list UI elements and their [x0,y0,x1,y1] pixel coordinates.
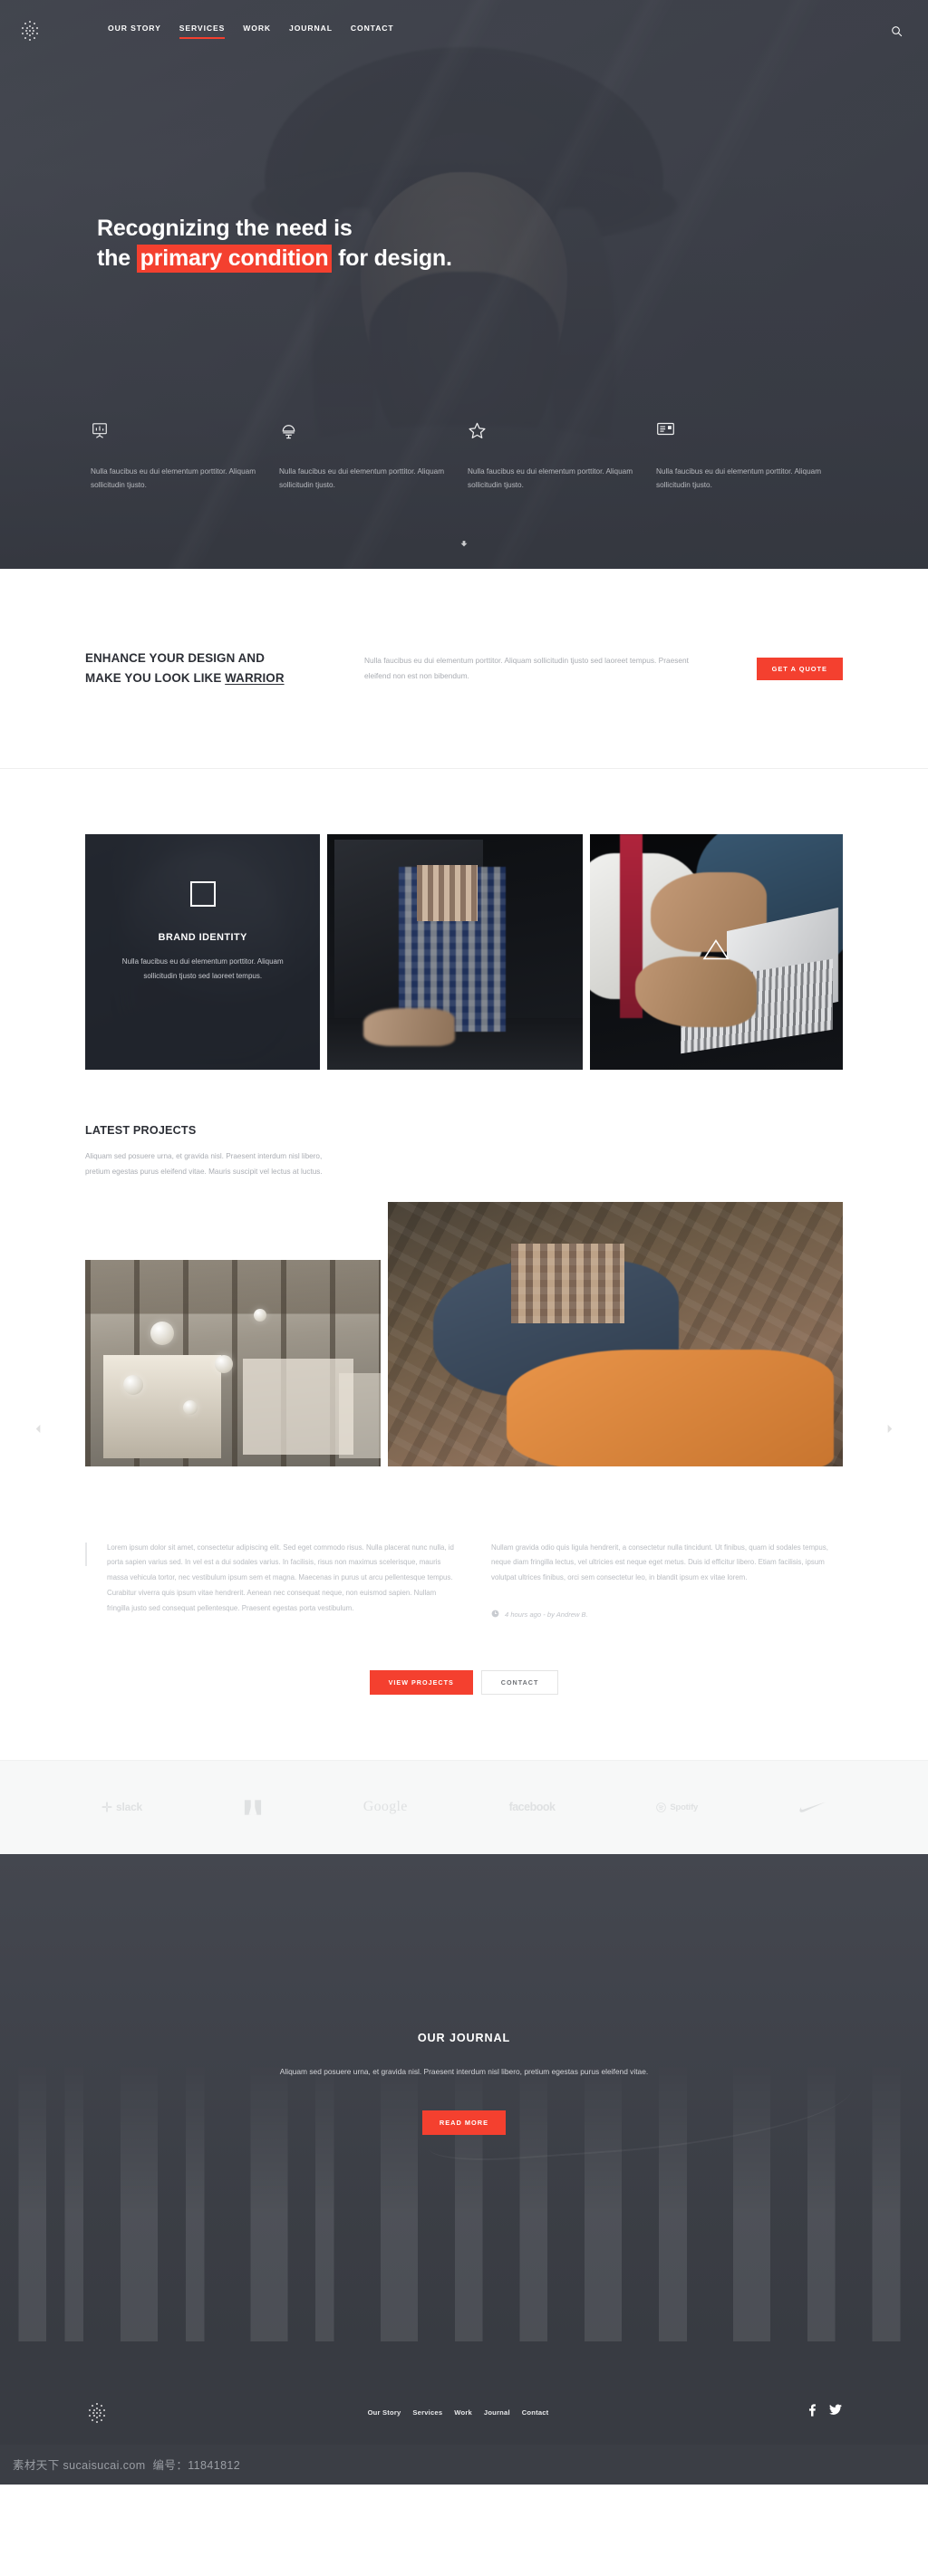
nav-item-journal[interactable]: JOURNAL [289,24,333,39]
nav-item-our-story[interactable]: OUR STORY [108,24,161,39]
nav-item-work[interactable]: WORK [243,24,271,39]
search-icon[interactable] [888,23,904,39]
view-projects-button[interactable]: VIEW PROJECTS [369,1669,473,1695]
square-outline-icon [189,881,216,907]
watermark-site: 素材天下 sucaisucai.com [13,2459,146,2473]
footer-nav-item-work[interactable]: Work [454,2408,472,2417]
footer-nav-item-services[interactable]: Services [412,2408,442,2417]
card-background [327,834,583,1070]
enhance-heading-line-2-pre: MAKE YOU LOOK LIKE [85,671,226,685]
enhance-heading-underlined: WARRIOR [225,671,285,685]
hero-headline-line-2-post: for design. [332,245,452,271]
feature-item: Nulla faucibus eu dui elementum porttito… [279,421,468,492]
slack-logo: slack [102,1801,142,1813]
hero-headline-highlight: primary condition [136,245,333,273]
twitter-icon[interactable] [829,2404,842,2421]
footer-nav-item-our-story[interactable]: Our Story [368,2408,401,2417]
get-a-quote-button[interactable]: GET A QUOTE [756,657,843,680]
meeting-photo-card[interactable] [327,834,583,1070]
contact-button[interactable]: CONTACT [480,1669,559,1695]
hero-headline-line-2-pre: the [97,245,137,271]
adobe-logo [244,1799,262,1816]
card-title: BRAND IDENTITY [158,932,247,943]
enhance-heading-line-1: ENHANCE YOUR DESIGN AND [85,651,265,666]
desk-lamp-icon [279,421,446,448]
article-text-right: Nullam gravida odio quis ligula hendreri… [491,1543,828,1582]
hero-section: OUR STORY SERVICES WORK JOURNAL CONTACT … [0,0,928,569]
main-nav: OUR STORY SERVICES WORK JOURNAL CONTACT [108,24,394,39]
hero-copy: Recognizing the need is the primary cond… [97,214,452,274]
feature-item: Nulla faucibus eu dui elementum porttito… [656,421,845,492]
article-meta-text: 4 hours ago - by Andrew B. [505,1610,588,1619]
article-text-left: Lorem ipsum dolor sit amet, consectetur … [107,1543,454,1612]
projects-heading: LATEST PROJECTS [85,1124,197,1137]
enhance-section: ENHANCE YOUR DESIGN AND MAKE YOU LOOK LI… [0,569,928,769]
journal-section: OUR JOURNAL Aliquam sed posuere urna, et… [0,1853,928,2341]
facebook-logo: facebook [508,1801,556,1814]
journal-body: Aliquam sed posuere urna, et gravida nis… [279,2066,649,2076]
footer-nav: Our Story Services Work Journal Contact [368,2408,549,2417]
footer-nav-item-journal[interactable]: Journal [484,2408,510,2417]
projects-lede: Aliquam sed posuere urna, et gravida nis… [85,1152,323,1176]
id-card-icon [656,421,823,448]
feature-text: Nulla faucibus eu dui elementum porttito… [656,467,822,490]
google-logo: Google [362,1799,408,1815]
star-icon [468,421,634,448]
nike-logo [799,1802,826,1813]
presentation-chart-icon [91,421,257,448]
card-text: Nulla faucibus eu dui elementum porttito… [121,957,284,980]
stock-site-watermark: 素材天下 sucaisucai.com 编号：11841812 [0,2444,928,2485]
clock-icon [491,1610,499,1620]
watermark-id: 编号：11841812 [152,2459,241,2473]
article-column-right: Nullam gravida odio quis ligula hendreri… [491,1541,843,1620]
spotify-logo-label: Spotify [670,1802,699,1812]
cta-button-row: VIEW PROJECTS CONTACT [0,1669,928,1695]
feature-item: Nulla faucibus eu dui elementum porttito… [91,421,279,492]
article-meta: 4 hours ago - by Andrew B. [491,1610,843,1620]
top-navigation-bar: OUR STORY SERVICES WORK JOURNAL CONTACT [0,0,928,62]
carousel-prev-arrow[interactable] [33,1423,44,1439]
footer-social-links [808,2404,842,2421]
feature-text: Nulla faucibus eu dui elementum porttito… [279,467,445,490]
feature-item: Nulla faucibus eu dui elementum porttito… [468,421,656,492]
enhance-body: Nulla faucibus eu dui elementum porttito… [364,655,689,680]
facebook-icon[interactable] [808,2404,816,2421]
article-columns: Lorem ipsum dolor sit amet, consectetur … [85,1541,843,1620]
brand-identity-card[interactable]: BRAND IDENTITY Nulla faucibus eu dui ele… [85,834,321,1070]
carousel-next-arrow[interactable] [884,1423,895,1439]
laptop-photo-card[interactable] [589,834,843,1070]
feature-text: Nulla faucibus eu dui elementum porttito… [468,467,633,490]
enhance-heading: ENHANCE YOUR DESIGN AND MAKE YOU LOOK LI… [85,649,335,687]
project-thumbnail-climber[interactable] [388,1201,843,1466]
slack-logo-label: slack [116,1801,143,1814]
footer-nav-item-contact[interactable]: Contact [522,2408,549,2417]
nav-item-contact[interactable]: CONTACT [351,24,394,39]
nav-item-services[interactable]: SERVICES [179,24,226,39]
client-logo-strip: slack Google facebook Spotify [0,1759,928,1854]
feature-text: Nulla faucibus eu dui elementum porttito… [91,467,256,490]
footer-dotted-circle-logo[interactable] [86,2402,108,2424]
triangle-outline-icon [702,938,730,966]
hero-headline-line-1: Recognizing the need is [97,216,353,241]
journal-heading: OUR JOURNAL [417,2031,511,2044]
scroll-down-arrow[interactable] [459,537,469,553]
hero-headline: Recognizing the need is the primary cond… [97,214,452,274]
project-thumbnail-loft[interactable] [85,1259,381,1466]
read-more-button[interactable]: READ MORE [421,2110,507,2136]
article-column-left: Lorem ipsum dolor sit amet, consectetur … [85,1541,459,1620]
services-card-row: BRAND IDENTITY Nulla faucibus eu dui ele… [85,834,843,1070]
dotted-circle-logo[interactable] [19,20,41,42]
hero-feature-list: Nulla faucibus eu dui elementum porttito… [91,421,845,492]
landing-page: OUR STORY SERVICES WORK JOURNAL CONTACT … [0,0,928,2485]
spotify-logo: Spotify [656,1802,698,1812]
latest-projects-section: LATEST PROJECTS Aliquam sed posuere urna… [35,1124,893,1466]
